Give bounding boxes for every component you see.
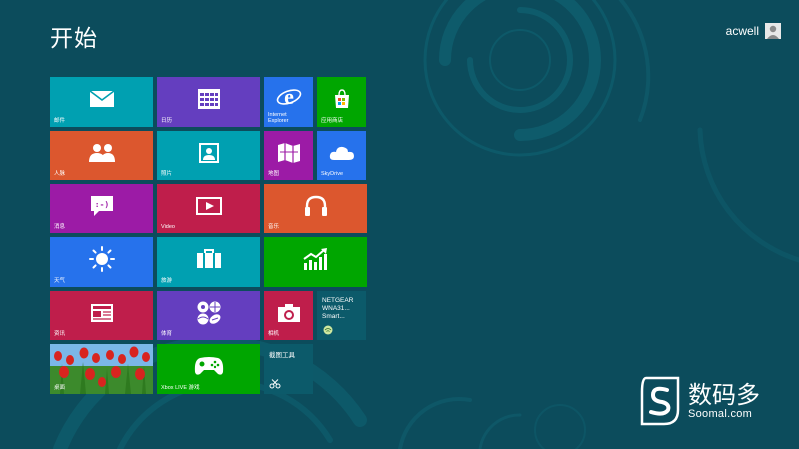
network-adapter-icon [323, 325, 333, 335]
internet-explorer-icon: e [276, 85, 301, 109]
tile-label: 体育 [161, 331, 173, 337]
scissors-icon [269, 379, 281, 389]
tile-label: 相机 [268, 331, 280, 337]
tile-maps[interactable]: 地图 [264, 131, 313, 180]
people-icon [88, 143, 115, 162]
tile-label: 地图 [268, 171, 280, 177]
tile-text-line2: WNA31... [322, 305, 350, 312]
tile-label: 日历 [161, 118, 173, 124]
tile-label: 消息 [54, 224, 66, 230]
tile-messaging[interactable]: :-) 消息 [50, 184, 153, 233]
tile-snipping-tool[interactable]: 截图工具 [264, 344, 313, 394]
tile-photos[interactable]: 照片 [157, 131, 260, 180]
tile-label: Xbox LIVE 游戏 [161, 385, 200, 391]
tile-label: 音乐 [268, 224, 280, 230]
tile-video[interactable]: Video [157, 184, 260, 233]
watermark-title: 数码多 [688, 381, 760, 409]
tile-finance[interactable] [264, 237, 367, 287]
tile-label: 资讯 [54, 331, 66, 337]
cloud-icon [329, 146, 354, 160]
soomal-watermark: 数码多 Soomal.com [638, 376, 760, 426]
tile-text-line1: NETGEAR [322, 297, 354, 304]
tile-text-line3: Smart... [322, 313, 345, 320]
svg-text::-): :-) [94, 200, 108, 209]
tile-title: 截图工具 [269, 352, 295, 359]
tile-sports[interactable]: 体育 [157, 291, 260, 340]
tile-label: SkyDrive [321, 171, 344, 177]
tile-grid: 邮件 日历 e Internet Explorer 应用商店 人脉 照片 地图 S… [50, 77, 370, 397]
mail-icon [89, 90, 114, 107]
tile-label: 邮件 [54, 118, 66, 124]
soomal-logo-icon [640, 376, 680, 426]
xbox-controller-icon [194, 357, 223, 375]
headphones-icon [304, 195, 327, 216]
tile-label-line2: Explorer [268, 118, 289, 124]
tile-desktop[interactable]: 桌面 [50, 344, 153, 394]
video-icon [195, 196, 222, 215]
photos-icon [198, 142, 219, 163]
camera-icon [277, 303, 300, 322]
tile-skydrive[interactable]: SkyDrive [317, 131, 366, 180]
sports-balls-icon [197, 301, 220, 325]
message-icon: :-) [90, 195, 113, 216]
store-bag-icon [334, 89, 349, 108]
tile-netgear[interactable]: NETGEAR WNA31... Smart... [317, 291, 366, 340]
tile-label: 桌面 [54, 385, 66, 391]
suitcase-icon [196, 249, 221, 268]
tile-internet-explorer[interactable]: e Internet Explorer [264, 77, 313, 127]
tile-label: 天气 [54, 278, 66, 284]
tile-mail[interactable]: 邮件 [50, 77, 153, 127]
user-account[interactable]: acwell [726, 23, 781, 39]
user-name: acwell [725, 24, 759, 38]
newspaper-icon [90, 303, 113, 322]
tile-label: Video [161, 224, 175, 230]
tile-calendar[interactable]: 日历 [157, 77, 260, 127]
tile-travel[interactable]: 旅游 [157, 237, 260, 287]
tile-weather[interactable]: 天气 [50, 237, 153, 287]
tile-label: 旅游 [161, 278, 173, 284]
sun-icon [88, 246, 115, 272]
tile-xbox-live-games[interactable]: Xbox LIVE 游戏 [157, 344, 260, 394]
tile-people[interactable]: 人脉 [50, 131, 153, 180]
tile-store[interactable]: 应用商店 [317, 77, 366, 127]
watermark-url: Soomal.com [688, 408, 753, 420]
tile-label: 照片 [161, 171, 173, 177]
chart-up-icon [302, 248, 327, 270]
tulips-wallpaper-icon [50, 344, 153, 394]
calendar-icon [197, 89, 220, 109]
svg-text:e: e [284, 85, 294, 109]
tile-label: 应用商店 [321, 118, 344, 124]
tile-news[interactable]: 资讯 [50, 291, 153, 340]
map-icon [277, 142, 300, 163]
tile-label: 人脉 [54, 171, 66, 177]
page-title: 开始 [50, 26, 98, 52]
tile-camera[interactable]: 相机 [264, 291, 313, 340]
user-avatar-icon [765, 23, 781, 39]
tile-music[interactable]: 音乐 [264, 184, 367, 233]
